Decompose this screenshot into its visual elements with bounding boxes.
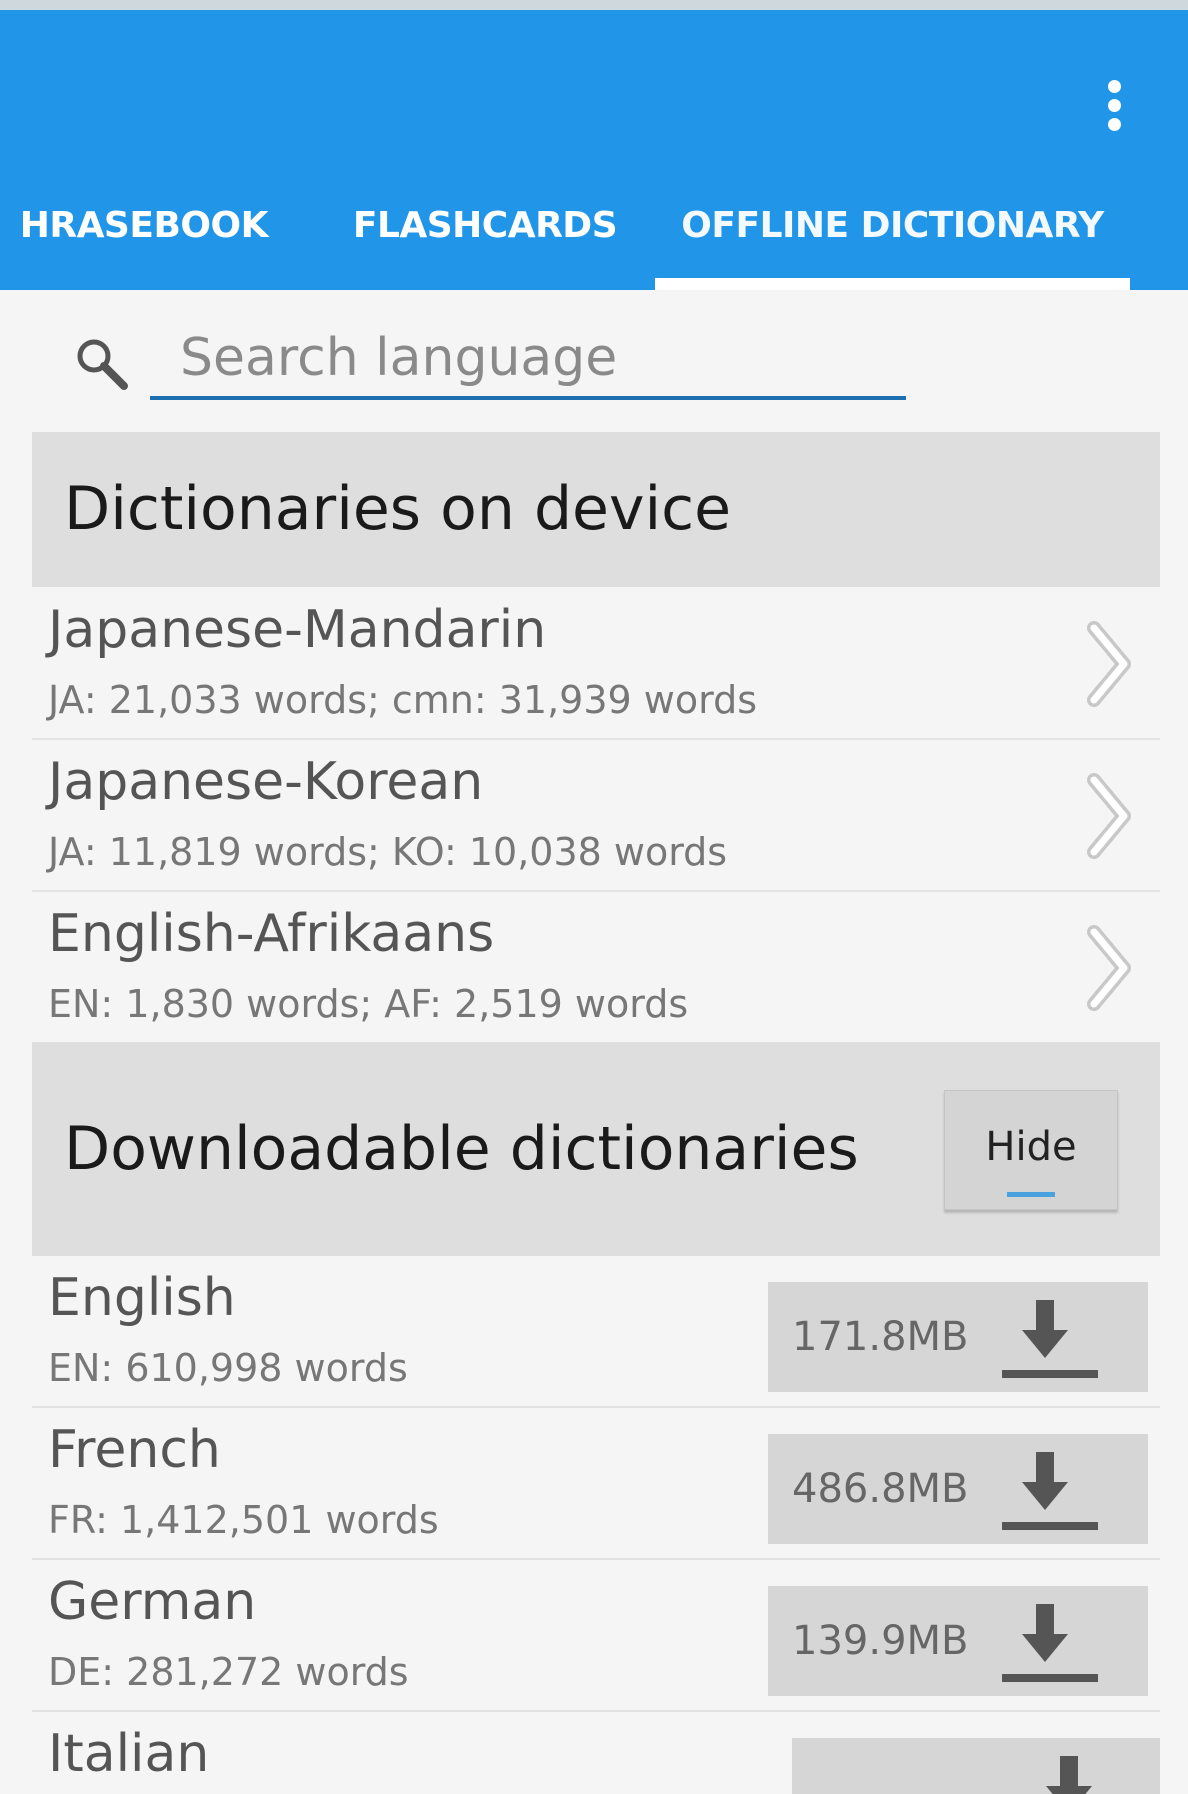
list-item-dictionary[interactable]: Japanese-Korean JA: 11,819 words; KO: 10… <box>32 740 1160 892</box>
status-strip <box>0 0 1188 10</box>
list-item-downloadable: Italian <box>32 1712 1160 1794</box>
section-downloadable-dictionaries: Downloadable dictionaries Hide <box>32 1042 1160 1256</box>
download-icon <box>1002 1452 1098 1530</box>
list-item-downloadable: French FR: 1,412,501 words 486.8MB <box>32 1408 1160 1560</box>
dictionary-word-counts: DE: 281,272 words <box>48 1650 409 1694</box>
dictionary-title: French <box>48 1420 221 1480</box>
section-title-on-device: Dictionaries on device <box>64 474 732 544</box>
tab-bar: HRASEBOOK FLASHCARDS OFFLINE DICTIONARY <box>0 190 1188 290</box>
search-input[interactable] <box>150 320 906 400</box>
tab-offline-dictionary-label: OFFLINE DICTIONARY <box>681 205 1104 246</box>
tab-selected-indicator <box>655 278 1130 290</box>
dictionary-title: English <box>48 1268 236 1328</box>
dictionary-word-counts: JA: 11,819 words; KO: 10,038 words <box>48 830 728 874</box>
dictionary-word-counts: JA: 21,033 words; cmn: 31,939 words <box>48 678 757 722</box>
download-button[interactable]: 139.9MB <box>768 1586 1148 1696</box>
download-size: 486.8MB <box>792 1466 969 1512</box>
dictionary-word-counts: EN: 610,998 words <box>48 1346 408 1390</box>
hide-button[interactable]: Hide <box>944 1090 1118 1210</box>
search-row <box>0 300 1188 420</box>
list-item-downloadable: German DE: 281,272 words 139.9MB <box>32 1560 1160 1712</box>
list-item-dictionary[interactable]: English-Afrikaans EN: 1,830 words; AF: 2… <box>32 892 1160 1044</box>
tab-flashcards[interactable]: FLASHCARDS <box>330 190 640 290</box>
tab-offline-dictionary[interactable]: OFFLINE DICTIONARY <box>655 190 1130 290</box>
dictionary-title: German <box>48 1572 257 1632</box>
download-icon <box>1002 1300 1098 1378</box>
download-icon <box>1002 1604 1098 1682</box>
download-icon <box>1046 1756 1092 1794</box>
download-button[interactable]: 486.8MB <box>768 1434 1148 1544</box>
list-item-dictionary[interactable]: Japanese-Mandarin JA: 21,033 words; cmn:… <box>32 588 1160 740</box>
chevron-right-icon <box>1087 773 1131 859</box>
chevron-right-icon <box>1087 621 1131 707</box>
tab-phrasebook-label: HRASEBOOK <box>19 205 269 246</box>
search-icon <box>77 339 128 390</box>
dictionary-title: Japanese-Mandarin <box>48 600 547 660</box>
section-dictionaries-on-device: Dictionaries on device <box>32 432 1160 587</box>
dictionary-title: Italian <box>48 1724 210 1784</box>
more-vert-icon[interactable] <box>1102 80 1126 136</box>
download-size: 171.8MB <box>792 1314 969 1360</box>
tab-flashcards-label: FLASHCARDS <box>352 205 618 246</box>
dictionary-word-counts: EN: 1,830 words; AF: 2,519 words <box>48 982 689 1026</box>
chevron-right-icon <box>1087 925 1131 1011</box>
download-button[interactable] <box>792 1738 1160 1794</box>
dictionary-title: Japanese-Korean <box>48 752 484 812</box>
download-size: 139.9MB <box>792 1618 969 1664</box>
download-button[interactable]: 171.8MB <box>768 1282 1148 1392</box>
tab-phrasebook[interactable]: HRASEBOOK <box>0 190 320 290</box>
list-item-downloadable: English EN: 610,998 words 171.8MB <box>32 1256 1160 1408</box>
dictionary-title: English-Afrikaans <box>48 904 495 964</box>
dictionary-word-counts: FR: 1,412,501 words <box>48 1498 439 1542</box>
section-title-downloadable: Downloadable dictionaries <box>64 1114 859 1184</box>
